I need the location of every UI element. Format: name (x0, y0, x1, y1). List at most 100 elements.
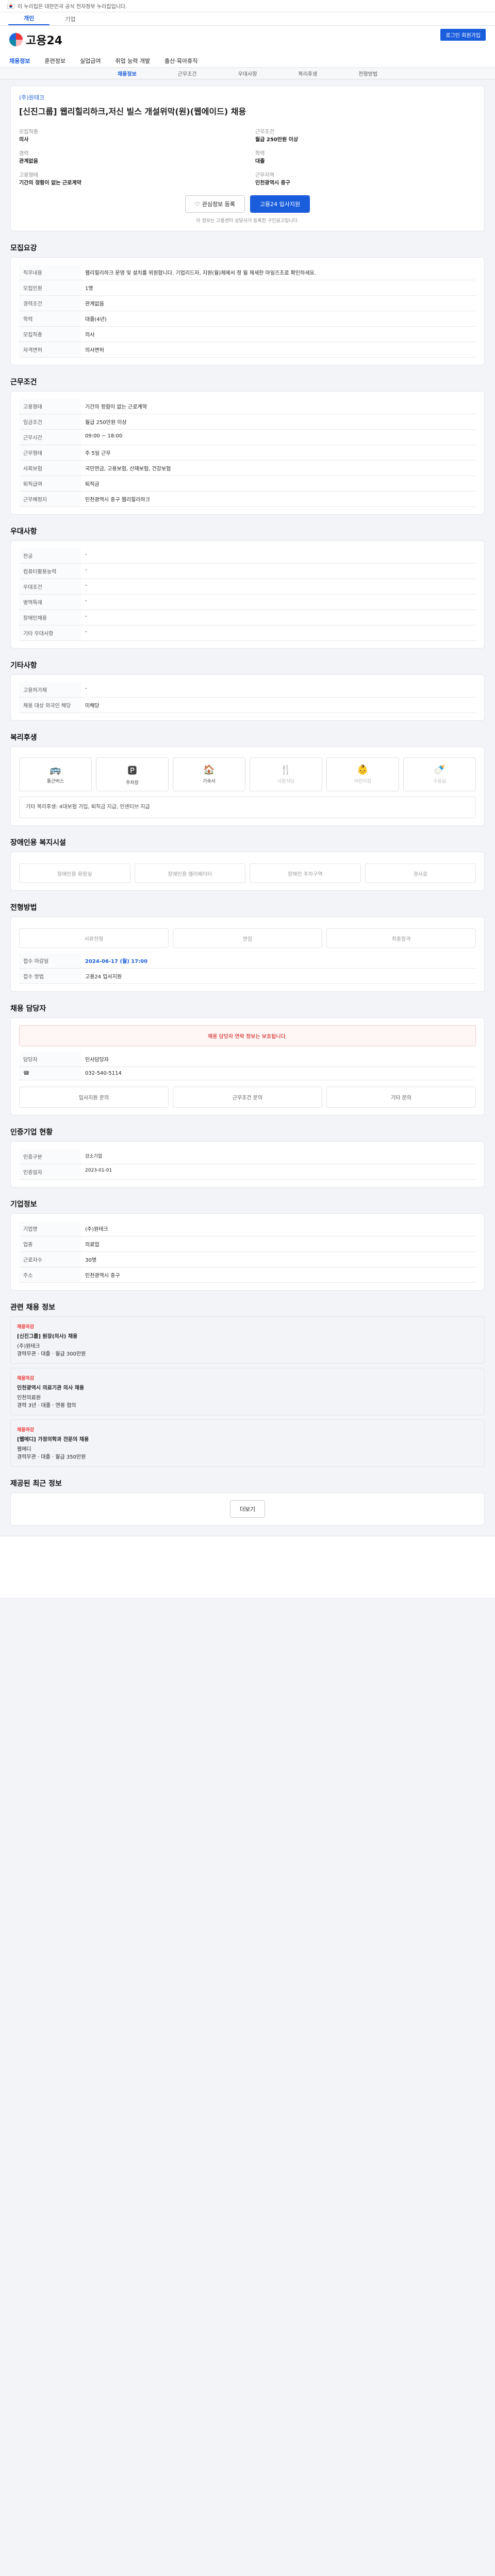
row-value: 의사 (81, 326, 476, 342)
table-row: 근무형태 주 5일 근무 (19, 445, 476, 461)
related-item[interactable]: 채용마감 [웹메디] 가정의학과 전문의 채용 웹메디 경력무관 · 대졸 · 월급 … (10, 1419, 485, 1467)
more-button[interactable]: 더보기 (229, 1500, 266, 1518)
tab-company[interactable]: 기업 (50, 13, 91, 25)
row-value: 퇴직금 (81, 476, 476, 492)
table-row: 근무예정지 인천광역시 중구 웹리힐리하크 (19, 491, 476, 507)
row-key: 근무예정지 (19, 491, 81, 507)
job-note: 이 정보는 고용센터 상담사가 등록한 구인공고입니다. (196, 218, 299, 224)
row-value: 월급 250만원 이상 (81, 414, 476, 430)
row-value: 2023-01-01 (81, 1164, 476, 1180)
nav-jobs[interactable]: 채용정보 (9, 57, 30, 65)
row-value: 관계없음 (81, 295, 476, 311)
related-name[interactable]: [웹메디] 가정의학과 전문의 채용 (17, 1435, 478, 1443)
related-item[interactable]: 채용마감 [신진그룹] 원장(의사) 채용 (주)원테크 경력무관 · 대졸 · 월급… (10, 1316, 485, 1364)
row-value: (주)원테크 (81, 1221, 476, 1236)
table-row: 병역특례 - (19, 594, 476, 610)
row-value: 미해당 (81, 697, 476, 713)
nav-parental[interactable]: 출산·육아휴직 (164, 57, 197, 65)
related-name[interactable]: 인천광역시 의료기관 의사 채용 (17, 1383, 478, 1391)
row-value: 09:00 ~ 18:00 (81, 429, 476, 445)
scrap-button[interactable]: ♡ 관심정보 등록 (185, 195, 245, 213)
welfare-label: 주차장 (126, 780, 139, 786)
table-row: 모집인원 1명 (19, 280, 476, 296)
related-badge: 채용마감 (17, 1325, 35, 1330)
related-body: 채용마감 [웹메디] 가정의학과 전문의 채용 웹메디 경력무관 · 대졸 · 월급 … (17, 1426, 478, 1460)
row-key: 인증구분 (19, 1149, 81, 1164)
condition-table: 고용형태 기간의 정함이 없는 근로계약 임금조건 월급 250만원 이상 근무시간 09… (19, 399, 476, 507)
table-row: 컴퓨터활용능력 - (19, 563, 476, 579)
row-key: 경력조건 (19, 295, 81, 311)
related-name[interactable]: [신진그룹] 원장(의사) 채용 (17, 1332, 478, 1340)
disabled-item: 장애인 주차구역 (250, 863, 361, 883)
gov-banner: 이 누리집은 대한민국 공식 전자정부 누리집입니다. (0, 0, 495, 12)
related-company: 인천의료원 (17, 1395, 41, 1401)
method-label: 접수 방법 (19, 968, 81, 984)
request-item[interactable]: 입사지원 문의 (19, 1087, 169, 1108)
disabled-item: 장애인용 엘리베이터 (134, 863, 245, 883)
manager-name-label: 담당자 (19, 1052, 81, 1067)
table-row: 자격면허 의사면허 (19, 342, 476, 358)
welfare-label: 사원식당 (277, 779, 295, 784)
row-key: 기업명 (19, 1221, 81, 1236)
section-related: 관련 채용 정보 (10, 1303, 56, 1312)
summary-key: 고용형태 (19, 173, 38, 178)
subnav-preference[interactable]: 우대사항 (238, 70, 257, 77)
related-cond: 경력무관 · 대졸 · 월급 300만원 (17, 1351, 86, 1357)
related-badge: 채용마감 (17, 1428, 35, 1433)
section-company: 기업정보 (10, 1200, 37, 1209)
welfare-item: 🍼 수유실 (403, 757, 476, 791)
nav-training[interactable]: 훈련정보 (44, 57, 65, 65)
row-key: 임금조건 (19, 414, 81, 430)
login-button[interactable]: 로그인 회원가입 (440, 29, 486, 41)
manager-phone: 032-540-5114 (81, 1066, 476, 1080)
row-key: 고용허가제 (19, 682, 81, 698)
logo[interactable]: 고용24 (9, 31, 62, 48)
footer (0, 1536, 495, 1598)
request-item[interactable]: 기타 문의 (326, 1087, 476, 1108)
subnav-welfare[interactable]: 복리후생 (298, 70, 317, 77)
summary-grid: 모집직종 의사 근무조건 월급 250만원 이상 경력 관계없음 학력 대졸 고용형태 기간의 정… (19, 124, 476, 186)
welfare-item: 🍴 사원식당 (250, 757, 322, 791)
summary-value: 대졸 (255, 159, 265, 164)
nav-unemployment[interactable]: 실업급여 (80, 57, 101, 65)
header: 고용24 (0, 26, 495, 54)
row-key: 퇴직급여 (19, 476, 81, 492)
welfare-item: 🚌 통근버스 (19, 757, 92, 791)
row-key: 장애인채용 (19, 609, 81, 625)
section-screening: 전형방법 (10, 904, 37, 912)
table-row: 기타 우대사항 - (19, 625, 476, 641)
row-value: - (81, 682, 476, 698)
table-row: 근무시간 09:00 ~ 18:00 (19, 429, 476, 445)
nav-career[interactable]: 취업 능력 개발 (115, 57, 150, 65)
row-key: 자격면허 (19, 342, 81, 358)
row-key: 직무내용 (19, 265, 81, 280)
table-row: 고용형태 기간의 정함이 없는 근로계약 (19, 399, 476, 414)
welfare-label: 통근버스 (46, 779, 64, 784)
row-key: 업종 (19, 1236, 81, 1252)
welfare-icon: 🍴 (280, 765, 292, 775)
heart-icon: ♡ (194, 200, 200, 208)
subnav-screening[interactable]: 전형방법 (358, 70, 377, 77)
row-key: 기타 우대사항 (19, 625, 81, 641)
subnav-condition[interactable]: 근무조건 (178, 70, 197, 77)
table-row: 장애인채용 - (19, 609, 476, 625)
tab-personal[interactable]: 개인 (8, 12, 50, 25)
apply-button[interactable]: 고용24 입사지원 (250, 195, 310, 213)
company-name[interactable]: (주)원테크 (19, 93, 476, 101)
screening-step: 서류전형 (19, 928, 169, 948)
preference-table: 전공 - 컴퓨터활용능력 - 우대조건 - 병역특례 - 장애인채용 - 기타 우대사항 - (19, 548, 476, 641)
welfare-icon: 👶 (357, 765, 369, 775)
flag-icon (7, 3, 14, 9)
row-key: 학력 (19, 311, 81, 327)
row-key: 채용 대상 외국인 해당 (19, 697, 81, 713)
request-item[interactable]: 근무조건 문의 (173, 1087, 322, 1108)
table-row: 모집직종 의사 (19, 326, 476, 342)
row-key: 근무형태 (19, 445, 81, 461)
welfare-item: 🅿 주차장 (96, 757, 169, 791)
related-badge: 채용마감 (17, 1376, 35, 1381)
logo-text: 고용24 (26, 35, 63, 47)
related-item[interactable]: 채용마감 인천광역시 의료기관 의사 채용 인천의료원 경력 3년 · 대졸 · 연봉… (10, 1368, 485, 1415)
summary-value: 관계없음 (19, 159, 38, 164)
subnav-recruit[interactable]: 채용정보 (118, 70, 137, 77)
summary-item: 고용형태 기간의 정함이 없는 근로계약 (19, 167, 240, 186)
